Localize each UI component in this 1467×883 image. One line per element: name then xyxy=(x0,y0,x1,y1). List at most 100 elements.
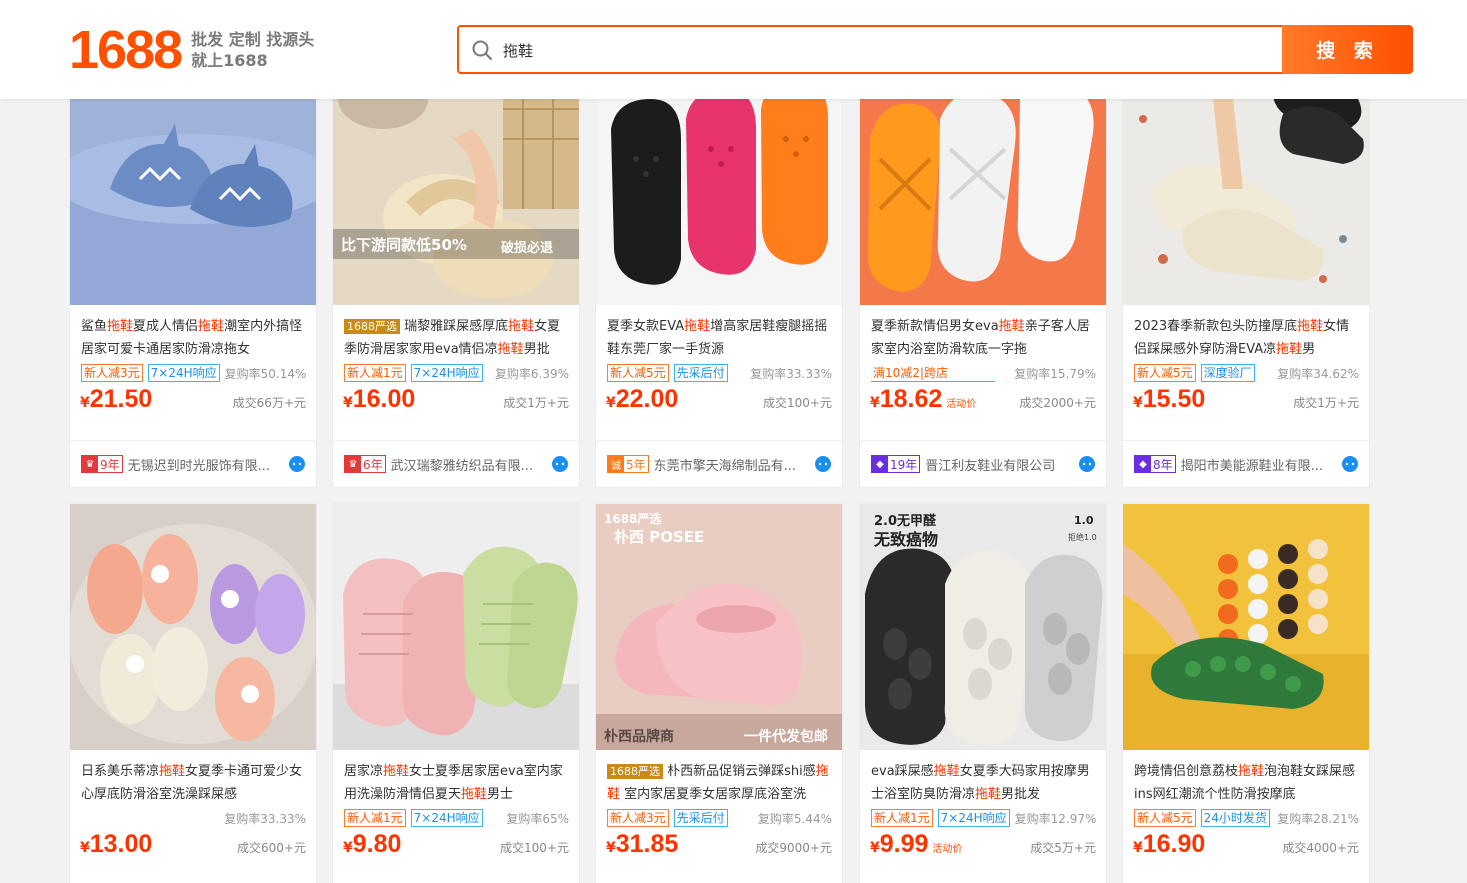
product-card[interactable]: 2.0无甲醛 无致癌物 1.0 拒绝1.0 eva踩屎感拖鞋女夏季大码家用按摩男… xyxy=(859,503,1107,883)
currency-symbol: ¥ xyxy=(1133,840,1143,856)
search-icon xyxy=(472,40,492,60)
kitty-slipper-image xyxy=(70,504,316,750)
search-button[interactable]: 搜 索 xyxy=(1282,25,1413,74)
price: 9.99 xyxy=(879,830,929,858)
slogan-line: 批发 定制 找源头 xyxy=(191,30,315,49)
price: 15.50 xyxy=(1142,385,1206,413)
product-title[interactable]: 日系美乐蒂凉拖鞋女夏季卡通可爱少女心厚底防滑浴室洗澡踩屎感 xyxy=(70,750,316,806)
promo-tag: 新人减3元 xyxy=(81,364,143,382)
deal-volume: 成交1万+元 xyxy=(1293,396,1359,410)
product-image[interactable] xyxy=(70,504,316,750)
deal-volume: 成交4000+元 xyxy=(1282,841,1359,855)
promo-tag: 满10减2|跨店 xyxy=(871,365,995,382)
image-overlay-text: 1688严选 xyxy=(604,512,662,526)
diamond-icon: ◆ xyxy=(872,456,888,472)
image-overlay-text: 比下游同款低50% xyxy=(341,236,467,254)
price-row: ¥ 31.85 成交9000+元 xyxy=(596,830,842,870)
supplier-row[interactable]: ♛ 9年 无锡迟到时光服饰有限... xyxy=(70,440,316,487)
service-tag: 7×24H响应 xyxy=(147,364,220,382)
product-card[interactable]: 2023春季新款包头防撞厚底拖鞋女情侣踩屎感外穿防滑EVA凉拖鞋男 新人减5元 … xyxy=(1122,58,1370,488)
product-image[interactable] xyxy=(1123,504,1369,750)
price: 31.85 xyxy=(615,830,679,858)
tag-row: 新人减1元 7×24H响应 复购率65% xyxy=(333,806,579,830)
price-note: 活动价 xyxy=(932,844,963,855)
site-logo[interactable]: 1688 批发 定制 找源头 就上1688 xyxy=(69,22,314,78)
supplier-row[interactable]: ◆ 19年 晋江利友鞋业有限公司 xyxy=(860,440,1106,487)
tag-row: 新人减3元 先采后付 复购率5.44% xyxy=(596,806,842,830)
chat-icon[interactable] xyxy=(288,455,306,473)
product-image[interactable]: 2.0无甲醛 无致癌物 1.0 拒绝1.0 xyxy=(860,504,1106,750)
supplier-row[interactable]: 诚 5年 东莞市擎天海绵制品有... xyxy=(596,440,842,487)
tag-row: 新人减5元 24小时发货 复购率28.21% xyxy=(1123,806,1369,830)
currency-symbol: ¥ xyxy=(606,840,616,856)
product-card[interactable]: 比下游同款低50% 破损必退 1688严选 瑞黎雅踩屎感厚底拖鞋女夏季防滑居家家… xyxy=(332,58,580,488)
currency-symbol: ¥ xyxy=(606,395,616,411)
currency-symbol: ¥ xyxy=(80,395,90,411)
price: 16.90 xyxy=(1142,830,1206,858)
diamond-icon: ◆ xyxy=(1135,456,1151,472)
currency-symbol: ¥ xyxy=(80,840,90,856)
price: 16.00 xyxy=(352,385,416,413)
product-card[interactable]: 1688严选 朴西 POSEE 朴西品牌商 一件代发包邮 1688严选 朴西新品… xyxy=(595,503,843,883)
price-row: ¥ 9.80 成交100+元 xyxy=(333,830,579,870)
logo-slogan: 批发 定制 找源头 就上1688 xyxy=(191,29,314,71)
supplier-name[interactable]: 东莞市擎天海绵制品有... xyxy=(654,455,796,474)
product-title[interactable]: 1688严选 朴西新品促销云弹踩shi感拖鞋 室内家居夏季女居家厚底浴室洗 xyxy=(596,750,842,806)
promo-tag: 新人减1元 xyxy=(344,809,406,827)
deal-volume: 成交600+元 xyxy=(237,841,306,855)
supplier-name[interactable]: 无锡迟到时光服饰有限... xyxy=(128,455,270,474)
product-title[interactable]: 夏季新款情侣男女eva拖鞋亲子客人居家室内浴室防滑软底一字拖 xyxy=(860,305,1106,361)
service-tag: 先采后付 xyxy=(673,809,728,827)
currency-symbol: ¥ xyxy=(343,395,353,411)
repurchase-rate: 复购率28.21% xyxy=(1277,811,1359,826)
service-tag: 7×24H响应 xyxy=(410,364,483,382)
chat-icon[interactable] xyxy=(1078,455,1096,473)
product-title[interactable]: eva踩屎感拖鞋女夏季大码家用按摩男士浴室防臭防滑凉拖鞋男批发 xyxy=(860,750,1106,806)
product-card[interactable]: 夏季女款EVA拖鞋增高家居鞋瘦腿摇摇鞋东莞厂家一手货源 新人减5元 先采后付 复… xyxy=(595,58,843,488)
product-card[interactable]: 日系美乐蒂凉拖鞋女夏季卡通可爱少女心厚底防滑浴室洗澡踩屎感 复购率33.33% … xyxy=(69,503,317,883)
supplier-row[interactable]: ◆ 8年 揭阳市美能源鞋业有限... xyxy=(1123,440,1369,487)
product-title[interactable]: 居家凉拖鞋女士夏季居家居eva室内家用洗澡防滑情侣夏天拖鞋男士 xyxy=(333,750,579,806)
chat-icon[interactable] xyxy=(551,455,569,473)
product-title[interactable]: 跨境情侣创意荔枝拖鞋泡泡鞋女踩屎感ins网红潮流个性防滑按摩底 xyxy=(1123,750,1369,806)
chat-icon[interactable] xyxy=(814,455,832,473)
price-row: ¥ 16.00 成交1万+元 xyxy=(333,385,579,425)
product-card[interactable]: 跨境情侣创意荔枝拖鞋泡泡鞋女踩屎感ins网红潮流个性防滑按摩底 新人减5元 24… xyxy=(1122,503,1370,883)
product-image[interactable] xyxy=(333,504,579,750)
tag-row: 新人减1元 7×24H响应 复购率12.97% xyxy=(860,806,1106,830)
search-input[interactable] xyxy=(503,37,1263,63)
repurchase-rate: 复购率33.33% xyxy=(750,366,832,381)
logo-text: 1688 xyxy=(69,20,183,80)
product-image[interactable]: 1688严选 朴西 POSEE 朴西品牌商 一件代发包邮 xyxy=(596,504,842,750)
service-tag: 深度验厂 xyxy=(1200,364,1255,382)
supplier-name[interactable]: 武汉瑞黎雅纺织品有限... xyxy=(391,455,533,474)
tag-row: 满10减2|跨店 复购率15.79% xyxy=(860,361,1106,385)
deal-volume: 成交100+元 xyxy=(500,841,569,855)
product-title[interactable]: 夏季女款EVA拖鞋增高家居鞋瘦腿摇摇鞋东莞厂家一手货源 xyxy=(596,305,842,361)
supplier-row[interactable]: ♛ 6年 武汉瑞黎雅纺织品有限... xyxy=(333,440,579,487)
price-row: ¥ 13.00 成交600+元 xyxy=(70,830,316,870)
crown-icon: ♛ xyxy=(345,456,361,472)
product-card[interactable]: 居家凉拖鞋女士夏季居家居eva室内家用洗澡防滑情侣夏天拖鞋男士 新人减1元 7×… xyxy=(332,503,580,883)
currency-symbol: ¥ xyxy=(343,840,353,856)
supplier-name[interactable]: 晋江利友鞋业有限公司 xyxy=(925,455,1055,474)
repurchase-rate: 复购率12.97% xyxy=(1014,811,1097,826)
product-card[interactable]: 鲨鱼拖鞋夏成人情侣拖鞋潮室内外搞怪居家可爱卡通居家防滑凉拖女 新人减3元 7×2… xyxy=(69,58,317,488)
promo-tag: 新人减3元 xyxy=(607,809,669,827)
promo-tag: 新人减1元 xyxy=(871,809,933,827)
price: 22.00 xyxy=(615,385,679,413)
repurchase-rate: 复购率15.79% xyxy=(1014,366,1096,381)
product-title[interactable]: 2023春季新款包头防撞厚底拖鞋女情侣踩屎感外穿防滑EVA凉拖鞋男 xyxy=(1123,305,1369,361)
search-bar xyxy=(457,25,1283,74)
repurchase-rate: 复购率6.39% xyxy=(494,366,569,381)
price-note: 活动价 xyxy=(946,399,977,410)
price-row: ¥ 22.00 成交100+元 xyxy=(596,385,842,425)
image-overlay-text: 朴西品牌商 xyxy=(604,729,674,745)
supplier-name[interactable]: 揭阳市美能源鞋业有限... xyxy=(1181,455,1323,474)
service-tag: 7×24H响应 xyxy=(410,809,483,827)
chat-icon[interactable] xyxy=(1341,455,1359,473)
crown-icon: ♛ xyxy=(82,456,98,472)
product-card[interactable]: 夏季新款情侣男女eva拖鞋亲子客人居家室内浴室防滑软底一字拖 满10减2|跨店 … xyxy=(859,58,1107,488)
product-title[interactable]: 鲨鱼拖鞋夏成人情侣拖鞋潮室内外搞怪居家可爱卡通居家防滑凉拖女 xyxy=(70,305,316,361)
product-title[interactable]: 1688严选 瑞黎雅踩屎感厚底拖鞋女夏季防滑居家家用eva情侣凉拖鞋男批 xyxy=(333,305,579,361)
